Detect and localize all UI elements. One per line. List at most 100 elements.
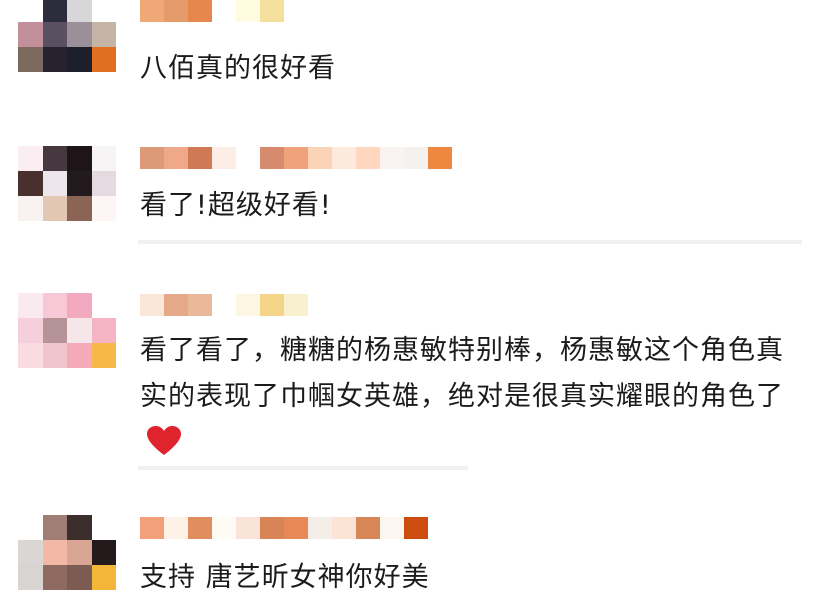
avatar-pixel (18, 343, 43, 368)
divider (138, 466, 468, 470)
username-pixel (212, 294, 236, 316)
avatar-pixel (18, 171, 43, 196)
username-pixel (140, 147, 164, 169)
username-pixel (284, 147, 308, 169)
username-pixel (164, 294, 188, 316)
avatar-pixel (91, 343, 116, 368)
avatar-pixel (18, 22, 43, 47)
username-pixel (356, 147, 380, 169)
avatar-pixel (18, 196, 43, 221)
username-pixel (188, 147, 212, 169)
avatar-pixel (18, 47, 43, 72)
username-pixel (164, 0, 188, 22)
username-pixel (260, 294, 284, 316)
username-pixel (284, 294, 308, 316)
avatar[interactable] (18, 146, 116, 221)
username-pixel (188, 517, 212, 539)
avatar-pixel (67, 171, 92, 196)
avatar-pixel (91, 196, 116, 221)
username-pixel (428, 147, 452, 169)
avatar-pixel (67, 515, 92, 540)
username[interactable] (140, 147, 452, 169)
username-pixel (380, 147, 404, 169)
avatar-pixel (42, 0, 67, 22)
avatar[interactable] (18, 515, 116, 590)
username-pixel (140, 294, 164, 316)
avatar-pixel (91, 146, 116, 171)
avatar-pixel (42, 515, 67, 540)
avatar-pixel (18, 146, 43, 171)
avatar-pixel (91, 540, 116, 565)
avatar-pixel (42, 196, 67, 221)
username-pixel (212, 147, 236, 169)
avatar-pixel (67, 565, 92, 590)
username-pixel (284, 517, 308, 539)
username-pixel (380, 517, 404, 539)
avatar-pixel (18, 0, 43, 22)
avatar-pixel (18, 293, 43, 318)
avatar-pixel (91, 0, 116, 22)
username-pixel (140, 0, 164, 22)
avatar[interactable] (18, 0, 116, 72)
avatar-pixel (18, 318, 43, 343)
avatar-pixel (91, 47, 116, 72)
comment-text: 看了!超级好看! (140, 190, 332, 221)
avatar-pixel (18, 565, 43, 590)
username-pixel (332, 517, 356, 539)
comment-text: 看了看了，糖糖的杨惠敏特别棒，杨惠敏这个角色真实的表现了巾帼女英雄，绝对是很真实… (140, 328, 800, 466)
avatar-pixel (42, 146, 67, 171)
divider (138, 240, 802, 244)
avatar-pixel (67, 540, 92, 565)
avatar-pixel (91, 293, 116, 318)
avatar-pixel (67, 293, 92, 318)
avatar-pixel (91, 171, 116, 196)
username-pixel (140, 517, 164, 539)
avatar-pixel (42, 22, 67, 47)
username-pixel (212, 0, 236, 22)
avatar-pixel (91, 515, 116, 540)
username-pixel (212, 517, 236, 539)
avatar-pixel (67, 47, 92, 72)
avatar-pixel (67, 196, 92, 221)
username-pixel (236, 0, 260, 22)
avatar-pixel (67, 0, 92, 22)
username-pixel (308, 517, 332, 539)
avatar-pixel (42, 293, 67, 318)
avatar-pixel (67, 22, 92, 47)
username[interactable] (140, 294, 308, 316)
username-pixel (188, 294, 212, 316)
avatar-pixel (42, 47, 67, 72)
username-pixel (308, 147, 332, 169)
avatar-pixel (18, 515, 43, 540)
username[interactable] (140, 0, 284, 22)
avatar-pixel (42, 343, 67, 368)
username-pixel (356, 517, 380, 539)
username-pixel (188, 0, 212, 22)
avatar-pixel (67, 146, 92, 171)
avatar-pixel (91, 22, 116, 47)
avatar[interactable] (18, 293, 116, 368)
avatar-pixel (18, 540, 43, 565)
comment-text-body: 看了看了，糖糖的杨惠敏特别棒，杨惠敏这个角色真实的表现了巾帼女英雄，绝对是很真实… (140, 335, 784, 412)
avatar-pixel (42, 171, 67, 196)
username-pixel (236, 294, 260, 316)
username-pixel (260, 517, 284, 539)
avatar-pixel (91, 318, 116, 343)
username-pixel (236, 517, 260, 539)
username-pixel (164, 517, 188, 539)
username-pixel (164, 147, 188, 169)
username-pixel (236, 147, 260, 169)
username-pixel (332, 147, 356, 169)
avatar-pixel (91, 565, 116, 590)
username-pixel (404, 147, 428, 169)
comment-text: 支持 唐艺昕女神你好美 (140, 562, 430, 593)
username-pixel (260, 147, 284, 169)
username-pixel (260, 0, 284, 22)
username[interactable] (140, 517, 428, 539)
avatar-pixel (42, 565, 67, 590)
avatar-pixel (42, 540, 67, 565)
avatar-pixel (67, 343, 92, 368)
avatar-pixel (67, 318, 92, 343)
comment-text: 八佰真的很好看 (140, 53, 336, 84)
avatar-pixel (42, 318, 67, 343)
